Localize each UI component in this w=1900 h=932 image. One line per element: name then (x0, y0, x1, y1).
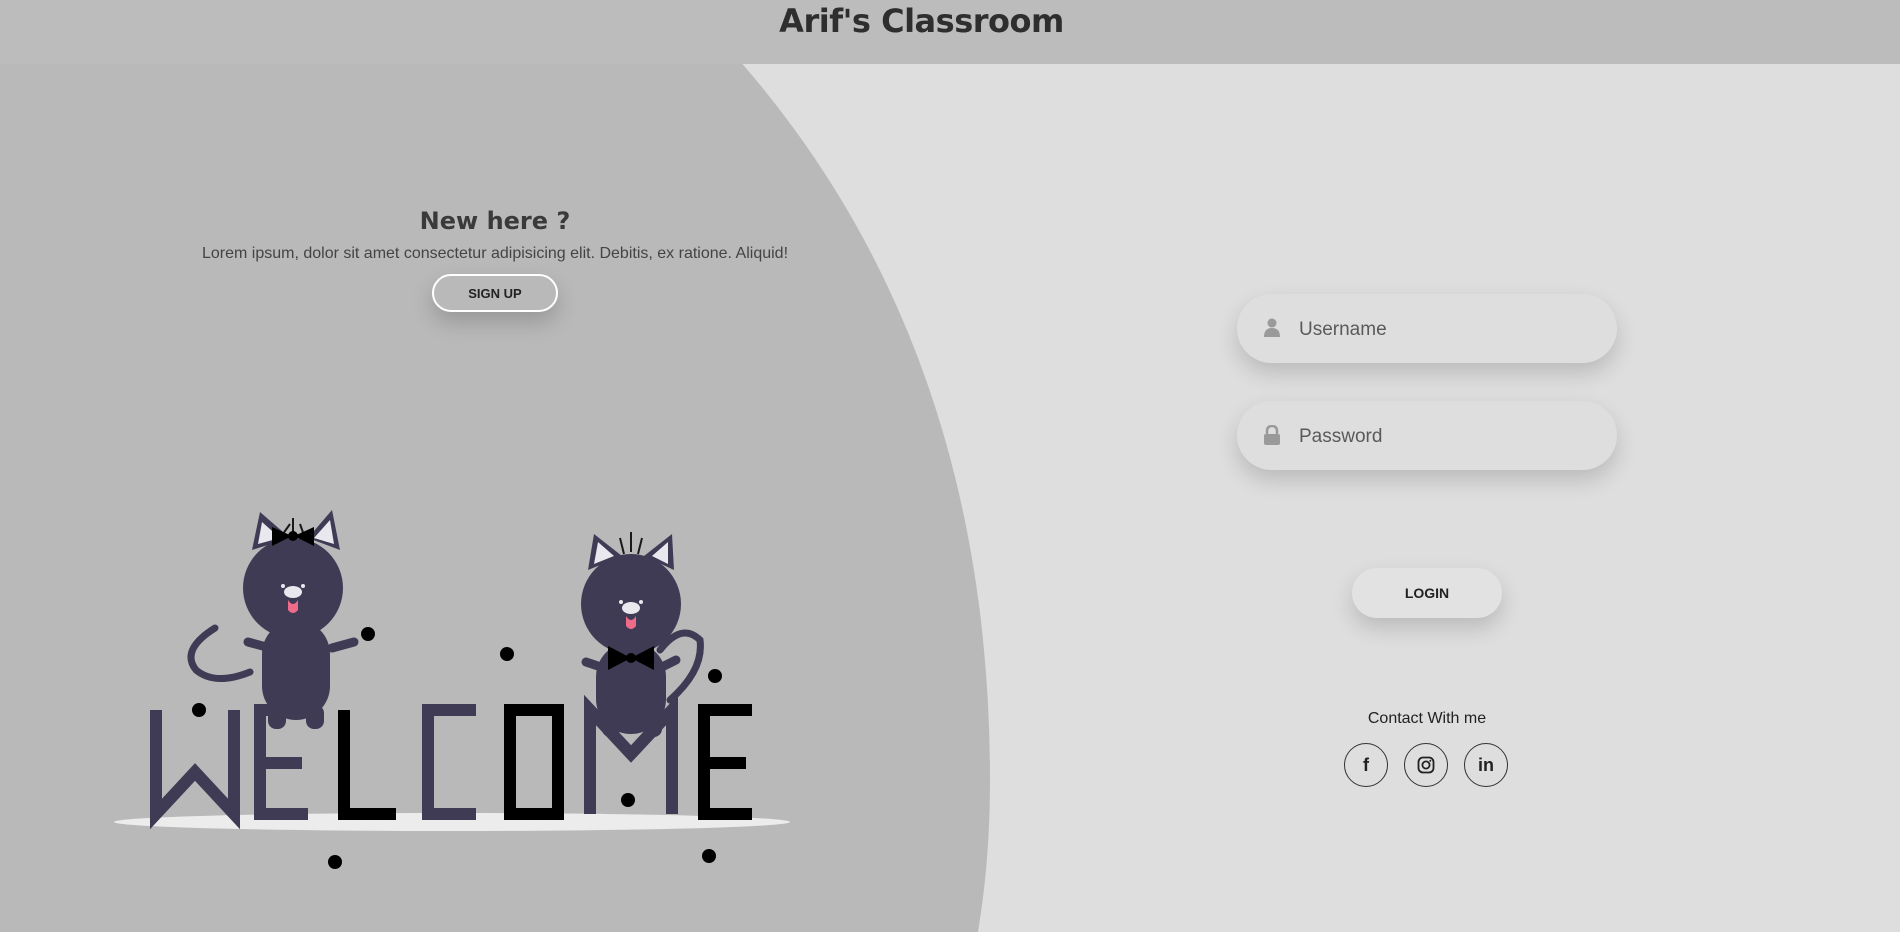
signup-description: Lorem ipsum, dolor sit amet consectetur … (201, 245, 789, 262)
instagram-link[interactable] (1404, 743, 1448, 787)
contact-label: Contact With me (1367, 710, 1487, 727)
signup-heading: New here ? (419, 207, 571, 235)
cat-left-figure (187, 510, 359, 729)
facebook-icon: f (1363, 754, 1369, 775)
cat-right-figure (581, 532, 704, 737)
password-field (1237, 401, 1617, 472)
user-icon (1264, 318, 1280, 337)
lock-icon (1264, 425, 1280, 445)
password-input[interactable] (1297, 401, 1601, 472)
linkedin-link[interactable]: in (1464, 743, 1508, 787)
linkedin-icon: in (1478, 754, 1494, 775)
page-title: Arif's Classroom (779, 2, 1064, 40)
username-input[interactable] (1297, 294, 1601, 365)
signup-button[interactable]: SIGN UP (432, 274, 558, 312)
welcome-letters (150, 694, 752, 830)
username-field (1237, 294, 1617, 365)
signup-panel: New here ? Lorem ipsum, dolor sit amet c… (160, 207, 830, 312)
facebook-link[interactable]: f (1344, 743, 1388, 787)
welcome-cats-illustration (114, 510, 790, 869)
instagram-icon (1417, 756, 1435, 774)
login-button[interactable]: LOGIN (1352, 568, 1502, 618)
